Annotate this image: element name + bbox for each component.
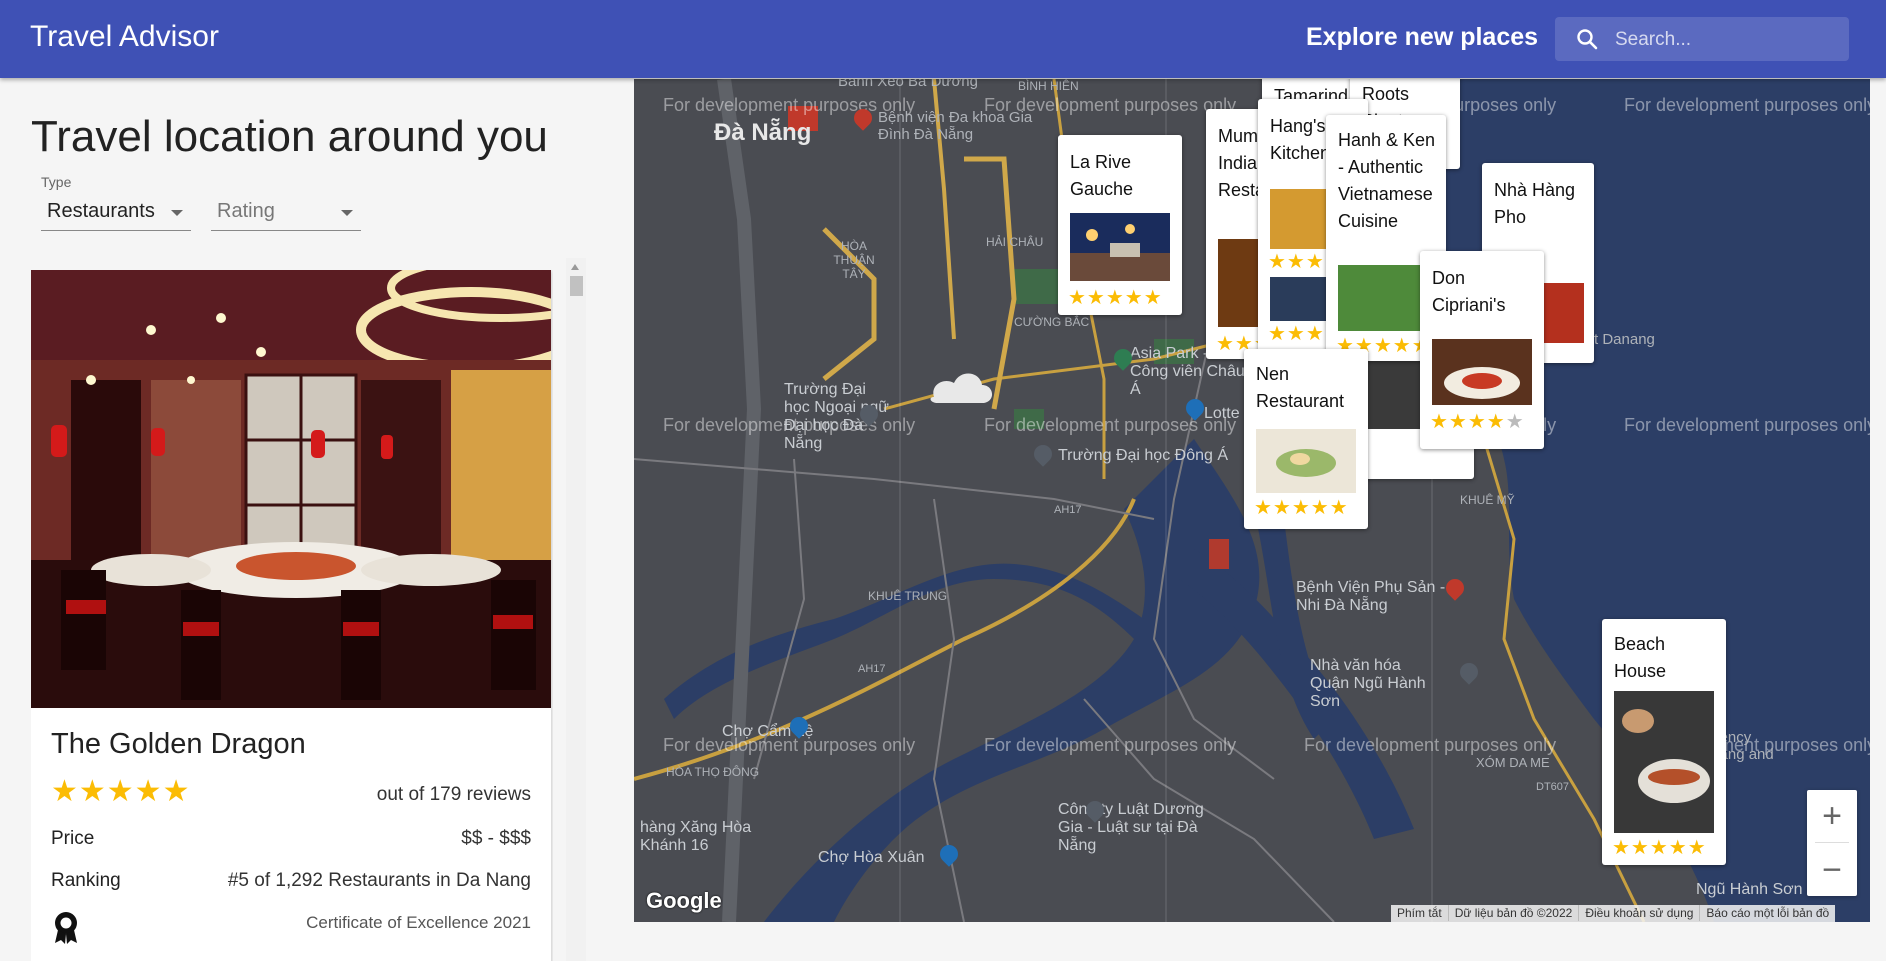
scroll-up-arrow-icon[interactable] (571, 264, 579, 270)
chevron-down-icon (341, 210, 353, 216)
search-icon (1577, 29, 1598, 50)
rating-select[interactable]: Rating (211, 174, 361, 231)
type-label: Type (41, 174, 72, 190)
map-label: HÒA THỌ ĐÔNG (666, 765, 760, 779)
app-title: Travel Advisor (30, 20, 219, 53)
pin-stars: ★★★★★ (1254, 497, 1349, 519)
ranking-value: #5 of 1,292 Restaurants in Da Nang (227, 870, 531, 891)
pin-photo (1256, 429, 1356, 493)
map-label: Bệnh Viện Phụ Sản - Nhi Đà Nẵng (1296, 579, 1446, 614)
rating-select-field[interactable]: Rating (211, 196, 361, 231)
pin-stars: ★★★★★ (1430, 411, 1525, 433)
map-label: HẢI CHÂU (986, 235, 1044, 249)
map-attribution: Phím tắt Dữ liệu bản đồ ©2022 Điều khoản s… (1391, 905, 1836, 922)
rating-stars: ★★★★★ (51, 775, 191, 808)
ranking-label: Ranking (51, 870, 121, 891)
pin-title: Nen Restaurant (1256, 364, 1345, 411)
map-label: Công ty Luật Dương Gia - Luật sư tại Đà … (1058, 801, 1204, 854)
map-label: Trường Đại học Đông Á (1058, 447, 1229, 464)
map-label: Chợ Hòa Xuân (818, 849, 925, 866)
map-label: Nhà văn hóa Quận Ngũ Hành Sơn (1310, 657, 1426, 710)
map-label: Bánh Xèo Bà Dưỡng (838, 79, 978, 90)
map-label: KHUÊ MỸ (1460, 493, 1515, 507)
map-label: HÒA THUẬN TÂY (833, 239, 875, 281)
map-watermark: For development purposes only (1624, 415, 1870, 435)
terms-link[interactable]: Điều khoản sử dụng (1578, 905, 1699, 921)
pin-title: Beach House (1614, 634, 1667, 681)
map-pin-beach-house[interactable]: Beach House ★★★★★ (1602, 619, 1726, 865)
map-label: Bệnh viện Đa khoa Gia Đình Đà Nẵng (878, 109, 1033, 143)
report-error-link[interactable]: Báo cáo một lỗi bản đồ (1699, 905, 1835, 921)
place-name: The Golden Dragon (51, 728, 306, 760)
map-label: hàng Xăng Hòa Khánh 16 (640, 819, 752, 854)
map-watermark: For development purposes only (1624, 95, 1870, 115)
pin-stars: ★★★★★ (1612, 837, 1707, 859)
scroll-thumb[interactable] (570, 276, 583, 296)
map-label: KHUÊ TRUNG (868, 589, 948, 603)
explore-heading: Explore new places (1306, 23, 1539, 51)
map-pin-don-ciprianis[interactable]: Don Cipriani's ★★★★★ (1420, 251, 1544, 449)
price-value: $$ - $$$ (461, 828, 531, 849)
pin-photo (1432, 339, 1532, 405)
map-watermark: For development purposes only (1304, 735, 1557, 755)
map-label: Ngũ Hành Sơn (1696, 881, 1803, 898)
google-logo[interactable]: Google (646, 888, 722, 914)
map-label: CƯỜNG BẮC (1014, 315, 1090, 329)
zoom-control: + − (1807, 790, 1857, 896)
type-select-field[interactable]: Restaurants (41, 196, 191, 231)
zoom-in-button[interactable]: + (1807, 790, 1857, 842)
map-pin-la-rive-gauche[interactable]: La Rive Gauche ★★★★★ (1058, 135, 1182, 315)
award-icon (55, 912, 77, 944)
map-pin-nen-restaurant[interactable]: Nen Restaurant ★★★★★ (1244, 349, 1368, 529)
search-box[interactable] (1555, 17, 1849, 61)
map-watermark: For development purposes only (984, 735, 1237, 755)
review-count: out of 179 reviews (376, 784, 531, 805)
map-label: XÓM DA ME (1476, 755, 1550, 770)
page-title: Travel location around you (31, 112, 548, 161)
map-label-city: Đà Nẵng (714, 119, 812, 146)
pin-title: La Rive Gauche (1070, 152, 1134, 199)
map-label: AH17 (1054, 504, 1082, 516)
pin-photo (1614, 691, 1714, 833)
place-list: The Golden Dragon ★★★★★ out of 179 revie… (31, 270, 553, 961)
map[interactable]: For development purposes only For develo… (634, 79, 1870, 922)
map-label: DT607 (1536, 781, 1570, 793)
place-photo (31, 270, 551, 708)
search-input[interactable] (1613, 23, 1837, 57)
type-value: Restaurants (47, 200, 155, 222)
type-select[interactable]: Type Restaurants (41, 174, 191, 231)
place-card[interactable]: The Golden Dragon ★★★★★ out of 179 revie… (31, 270, 551, 961)
list-scrollbar[interactable] (566, 258, 586, 961)
map-label: BÌNH HIÊN (1018, 79, 1079, 93)
award-text: Certificate of Excellence 2021 (306, 913, 531, 932)
rating-placeholder: Rating (217, 200, 275, 222)
zoom-out-button[interactable]: − (1807, 844, 1857, 896)
map-data-text: Dữ liệu bản đồ ©2022 (1447, 905, 1579, 921)
app-bar: Travel Advisor Explore new places (0, 0, 1886, 78)
chevron-down-icon (171, 210, 183, 216)
pin-title: Nhà Hàng Pho (1494, 180, 1576, 227)
map-watermark: For development purposes only (984, 415, 1237, 435)
pin-photo (1070, 213, 1170, 281)
keyboard-shortcuts-link[interactable]: Phím tắt (1391, 905, 1448, 921)
pin-title: Hanh & Ken - Authentic Vietnamese Cuisin… (1338, 130, 1436, 231)
map-label: AH17 (858, 663, 886, 675)
price-label: Price (51, 828, 95, 849)
pin-title: Don Cipriani's (1432, 268, 1506, 315)
left-panel: Travel location around you Type Restaura… (0, 78, 632, 961)
pin-stars: ★★★★★ (1068, 287, 1163, 309)
